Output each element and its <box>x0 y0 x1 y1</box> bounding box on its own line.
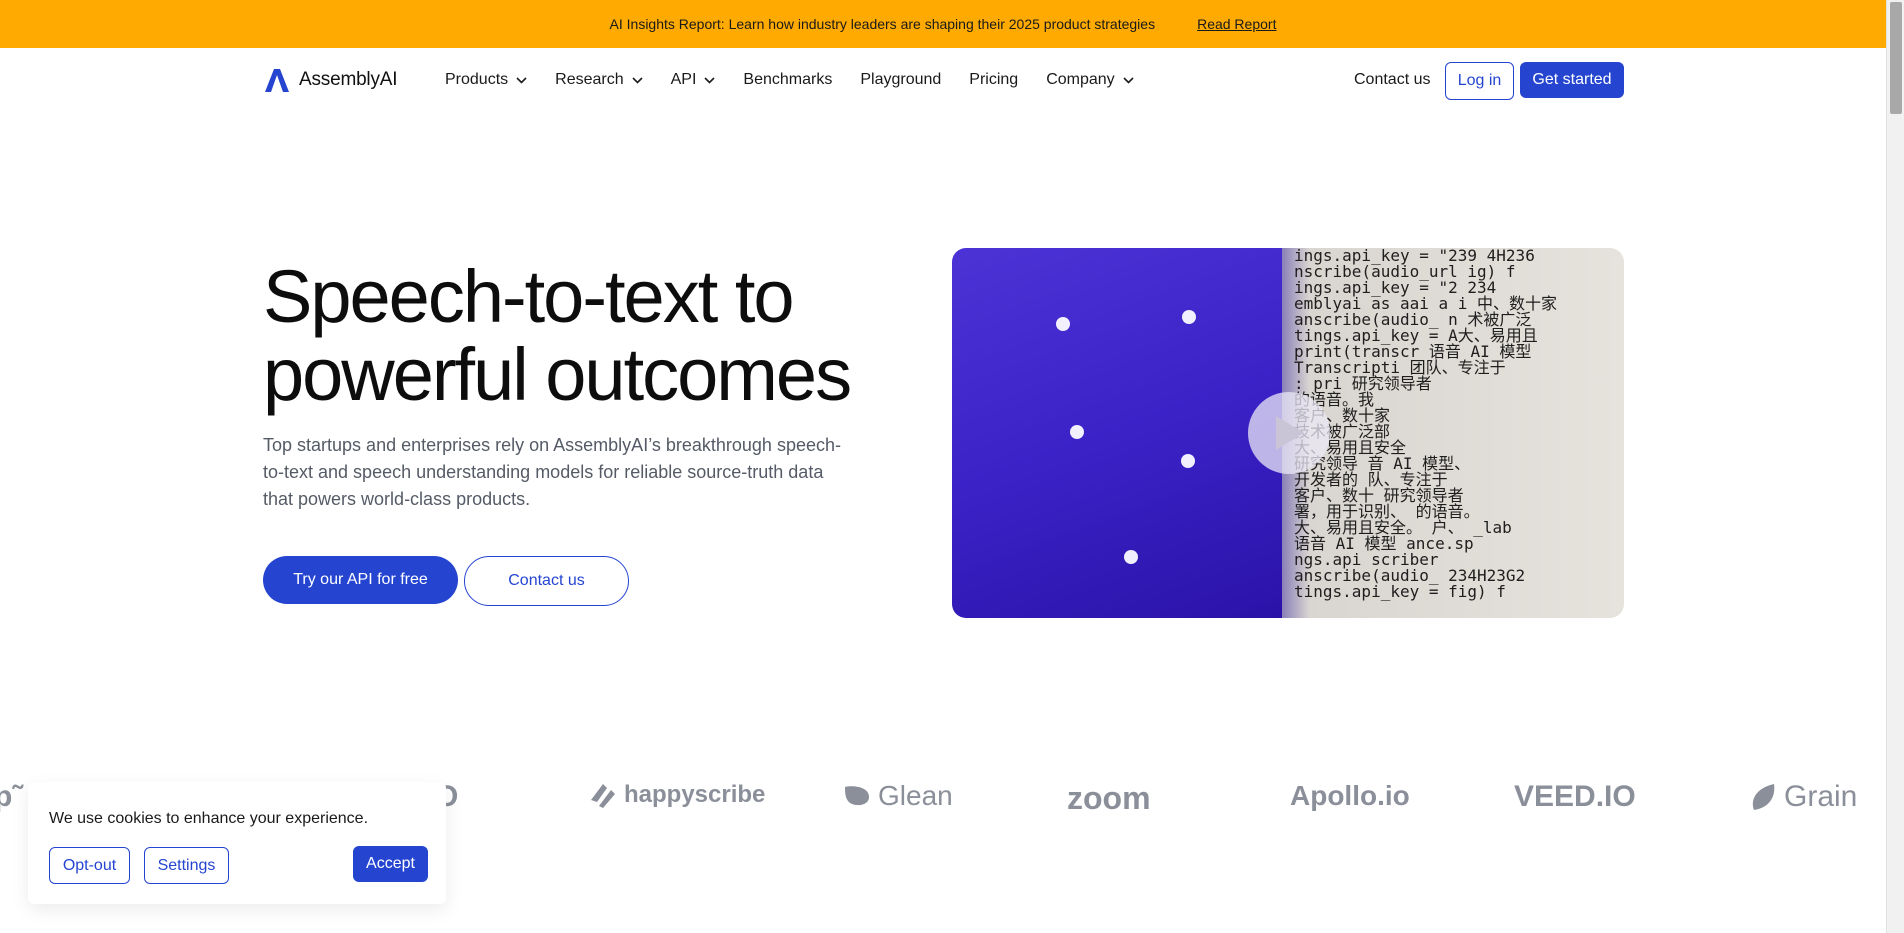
brand-logo-partial-left: p˜ <box>0 780 23 813</box>
grain-icon <box>1752 784 1775 810</box>
decor-dot <box>1182 310 1196 324</box>
assemblyai-logo-icon <box>265 69 289 92</box>
chevron-down-icon <box>632 76 643 84</box>
chevron-down-icon <box>704 76 715 84</box>
scrollbar-thumb[interactable] <box>1890 2 1902 114</box>
brand-name: Grain <box>1784 780 1858 813</box>
video-code-panel: ings.api_key = "239 4H236 nscribe(audio_… <box>1282 248 1624 618</box>
hero-title: Speech-to-text to powerful outcomes <box>263 258 903 414</box>
cookie-settings-button[interactable]: Settings <box>144 847 229 884</box>
contact-us-link[interactable]: Contact us <box>1354 71 1430 89</box>
brand-logo-grain: Grain <box>1748 780 1857 814</box>
nav-item-label: Benchmarks <box>743 71 833 88</box>
play-button[interactable] <box>1248 392 1330 474</box>
hero-title-line2: powerful outcomes <box>263 333 852 416</box>
nav-item-label: Playground <box>860 71 942 88</box>
nav-item-pricing[interactable]: Pricing <box>969 71 1018 89</box>
nav-item-label: API <box>670 71 697 88</box>
nav-item-label: Company <box>1046 71 1115 88</box>
brand-logo-zoom: zoom <box>1067 780 1151 817</box>
cookie-consent-banner: We use cookies to enhance your experienc… <box>28 782 446 904</box>
hero-subtitle: Top startups and enterprises rely on Ass… <box>263 435 841 509</box>
decor-dot <box>1181 454 1195 468</box>
main-nav: AssemblyAI Products Research API Benchma… <box>0 48 1886 112</box>
chevron-down-icon <box>516 76 527 84</box>
logo-text: AssemblyAI <box>299 69 398 90</box>
nav-item-products[interactable]: Products <box>445 71 527 89</box>
nav-item-benchmarks[interactable]: Benchmarks <box>743 71 832 89</box>
brand-name: happyscribe <box>624 781 766 808</box>
brand-name: Apollo.io <box>1290 780 1410 811</box>
brand-name: Glean <box>878 780 953 811</box>
play-icon <box>1276 416 1304 450</box>
brand-logo-happyscribe: happyscribe <box>588 780 765 810</box>
nav-item-label: Pricing <box>969 71 1019 88</box>
try-api-button[interactable]: Try our API for free <box>263 556 458 604</box>
assemblyai-logo[interactable]: AssemblyAI <box>263 67 398 93</box>
hero-title-line1: Speech-to-text to <box>263 255 795 338</box>
cookie-message: We use cookies to enhance your experienc… <box>49 810 369 827</box>
login-button[interactable]: Log in <box>1445 62 1514 100</box>
hero-contact-button[interactable]: Contact us <box>464 556 629 606</box>
brand-name: VEED.IO <box>1514 780 1636 813</box>
nav-item-company[interactable]: Company <box>1046 71 1134 89</box>
brand-logo-glean: Glean <box>842 780 953 812</box>
hero-video[interactable]: ings.api_key = "239 4H236 nscribe(audio_… <box>952 248 1624 618</box>
read-report-link[interactable]: Read Report <box>1197 16 1276 32</box>
banner-text: AI Insights Report: Learn how industry l… <box>609 16 1156 32</box>
chevron-down-icon <box>1123 76 1134 84</box>
nav-item-api[interactable]: API <box>671 71 716 89</box>
nav-item-research[interactable]: Research <box>555 71 643 89</box>
accept-cookies-button[interactable]: Accept <box>353 846 428 882</box>
glean-icon <box>845 786 869 806</box>
happyscribe-icon <box>591 784 615 808</box>
opt-out-button[interactable]: Opt-out <box>49 847 130 884</box>
announcement-banner: AI Insights Report: Learn how industry l… <box>0 0 1886 48</box>
brand-name: zoom <box>1067 780 1151 816</box>
nav-item-playground[interactable]: Playground <box>860 71 941 89</box>
nav-item-label: Research <box>555 71 624 88</box>
brand-logo-apollo: Apollo.io <box>1290 780 1410 812</box>
code-line: tings.api_key = fig) f <box>1294 582 1506 601</box>
decor-dot <box>1124 550 1138 564</box>
nav-item-label: Products <box>445 71 509 88</box>
nav-menu: Products Research API Benchmarks Playgro… <box>445 48 1162 112</box>
get-started-button[interactable]: Get started <box>1520 62 1624 98</box>
video-gradient-panel <box>952 248 1292 618</box>
page-scrollbar[interactable] <box>1886 0 1904 933</box>
decor-dot <box>1070 425 1084 439</box>
brand-logo-veed: VEED.IO <box>1514 780 1636 814</box>
decor-dot <box>1056 317 1070 331</box>
